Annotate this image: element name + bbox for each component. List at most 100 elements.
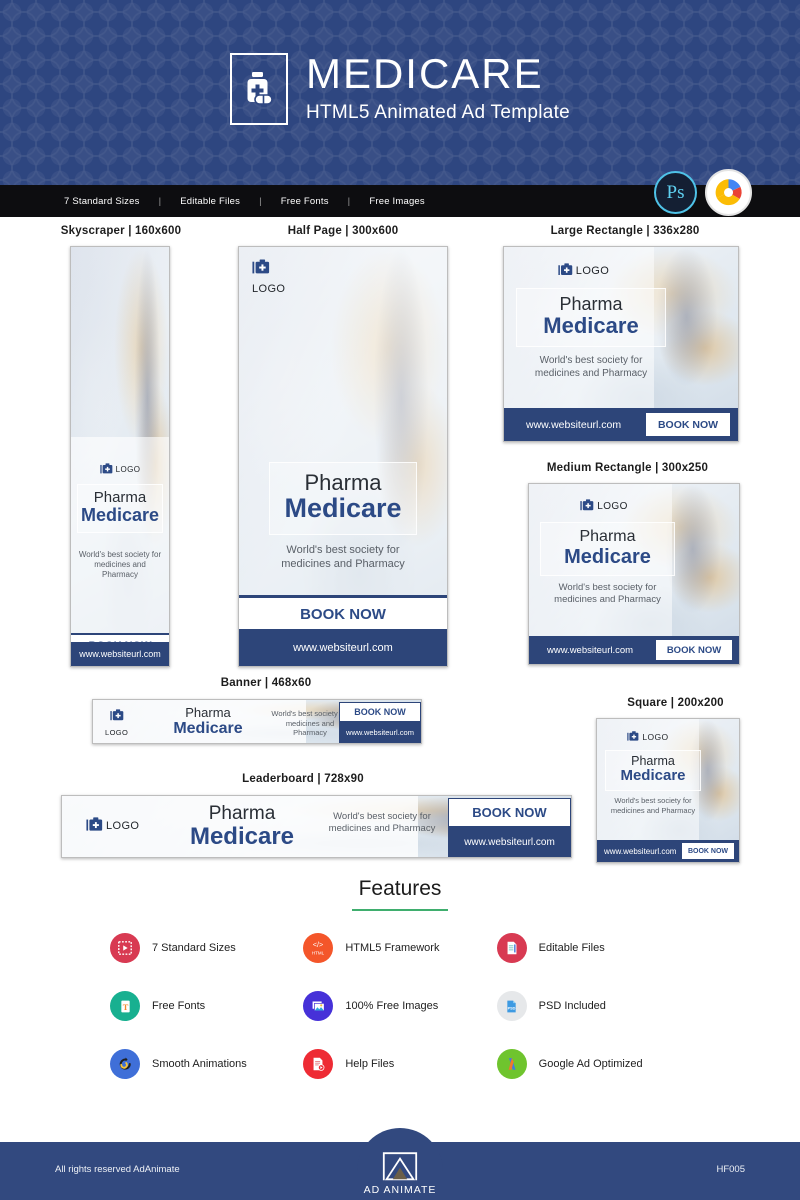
header-text: MEDICARE HTML5 Animated Ad Template xyxy=(306,53,570,124)
ad-cta-button[interactable]: BOOK NOW xyxy=(239,598,447,631)
feature-item-help-files: Help Files xyxy=(303,1049,496,1079)
ad-logo-label: LOGO xyxy=(106,819,140,832)
medicine-bottle-icon xyxy=(229,52,288,125)
ad-preview-medium-rectangle[interactable]: LOGO Pharma Medicare World's best societ… xyxy=(528,483,740,665)
ad-description: World's best society for medicines and P… xyxy=(78,550,162,580)
feature-item-html5-framework: </> HTML HTML5 Framework xyxy=(303,933,496,963)
feature-label: Google Ad Optimized xyxy=(538,1058,643,1070)
ad-url[interactable]: www.websiteurl.com xyxy=(239,629,447,666)
feature-label: PSD Included xyxy=(538,1000,606,1012)
ad-logo: LOGO xyxy=(86,817,139,834)
ad-title-line2: Medicare xyxy=(80,504,160,525)
feature-bar-item-2: Free Fonts xyxy=(280,195,329,207)
ad-url[interactable]: www.websiteurl.com xyxy=(547,645,633,656)
feature-label: Smooth Animations xyxy=(152,1058,247,1070)
ad-url[interactable]: www.websiteurl.com xyxy=(604,847,676,856)
ad-label-medium-rectangle: Medium Rectangle | 300x250 xyxy=(546,462,709,474)
ad-cta-button[interactable]: BOOK NOW xyxy=(339,702,421,722)
photoshop-badge-icon: Ps xyxy=(654,171,697,214)
ad-label-half-page: Half Page | 300x600 xyxy=(287,225,399,237)
psd-included-icon: PSD xyxy=(496,991,527,1021)
ad-preview-skyscraper[interactable]: LOGO Pharma Medicare World's best societ… xyxy=(70,246,170,667)
ad-preview-half-page[interactable]: LOGO Pharma Medicare World's best societ… xyxy=(238,246,448,667)
free-fonts-icon: T xyxy=(110,991,140,1021)
feature-item-psd-included: PSD PSD Included xyxy=(496,991,690,1021)
ad-logo-label: LOGO xyxy=(597,500,628,512)
ad-logo: LOGO xyxy=(529,499,679,513)
ad-title-box: Pharma Medicare xyxy=(77,484,163,533)
ad-url[interactable]: www.websiteurl.com xyxy=(339,722,421,743)
features-title: Features xyxy=(358,877,442,900)
ad-cta-button[interactable]: BOOK NOW xyxy=(682,843,734,859)
ad-footer-bar: www.websiteurl.com BOOK NOW xyxy=(529,636,739,664)
feature-item-standard-sizes: 7 Standard Sizes xyxy=(110,933,303,963)
ad-logo: LOGO xyxy=(597,731,699,743)
ad-action-panel: BOOK NOW www.websiteurl.com xyxy=(339,700,421,743)
ad-title-box: Pharma Medicare xyxy=(269,462,417,535)
ad-logo-label: LOGO xyxy=(115,465,141,474)
svg-text:PSD: PSD xyxy=(508,1006,516,1010)
feature-label: HTML5 Framework xyxy=(345,942,440,954)
ad-label-banner: Banner | 468x60 xyxy=(220,677,312,689)
ad-logo-label: LOGO xyxy=(642,732,669,742)
feature-item-google-ad-optimized: Google Ad Optimized xyxy=(496,1049,690,1079)
svg-text:T: T xyxy=(122,1002,128,1011)
ad-cta-button[interactable]: BOOK NOW xyxy=(646,413,730,436)
ad-logo-label: LOGO xyxy=(105,728,129,737)
ad-preview-large-rectangle[interactable]: LOGO Pharma Medicare World's best societ… xyxy=(503,246,739,442)
ad-preview-banner[interactable]: LOGO Pharma Medicare World's best societ… xyxy=(92,699,422,744)
page-footer: All rights reserved AdAnimate HF005 AD A… xyxy=(0,1120,800,1200)
features-section: Features 7 Standard Sizes </> HTML HTML5… xyxy=(0,877,800,1079)
ad-title-line2: Medicare xyxy=(284,493,402,524)
ad-animate-logo-label: AD ANIMATE xyxy=(363,1184,437,1196)
ad-description: World's best society for medicines and P… xyxy=(534,355,648,379)
ad-title-box: Pharma Medicare xyxy=(605,750,701,791)
feature-bar-item-1: Editable Files xyxy=(180,195,241,207)
footer-code: HF005 xyxy=(716,1164,745,1175)
page-title: MEDICARE xyxy=(305,50,544,97)
ad-block-half-page: Half Page | 300x600 xyxy=(243,225,443,237)
ad-url[interactable]: www.websiteurl.com xyxy=(526,419,621,431)
ad-label-skyscraper: Skyscraper | 160x600 xyxy=(60,225,182,237)
ad-footer-bar: www.websiteurl.com BOOK NOW xyxy=(597,840,739,862)
feature-bar-item-0: 7 Standard Sizes xyxy=(64,195,140,207)
ad-logo-label: LOGO xyxy=(575,264,610,277)
ad-cta-button[interactable]: BOOK NOW xyxy=(656,640,732,660)
photoshop-badge-label: Ps xyxy=(666,181,685,203)
html5-icon: </> HTML xyxy=(303,933,334,963)
ad-description: World's best society for medicines and P… xyxy=(610,796,696,815)
medical-kit-icon xyxy=(99,463,112,474)
google-ads-badge-icon xyxy=(705,169,752,216)
feature-bar-separator: | xyxy=(259,195,262,207)
medical-kit-icon xyxy=(580,499,594,511)
ad-showcase: Skyscraper | 160x600 LOGO Pharma Medicar… xyxy=(0,217,800,1120)
ad-animate-logo: AD ANIMATE xyxy=(357,1128,443,1200)
feature-bar-separator: | xyxy=(158,195,162,207)
ad-url[interactable]: www.websiteurl.com xyxy=(448,827,571,857)
svg-text:</>: </> xyxy=(313,940,323,949)
ad-label-leaderboard: Leaderboard | 728x90 xyxy=(242,773,364,785)
ad-description: World's best society for medicines and P… xyxy=(281,544,405,571)
feature-bar: 7 Standard Sizes | Editable Files | Free… xyxy=(0,169,800,217)
ad-title-box: Pharma Medicare xyxy=(516,288,666,348)
badge-group: Ps xyxy=(654,169,752,216)
ad-title-line2: Medicare xyxy=(543,312,639,338)
ad-url[interactable]: www.websiteurl.com xyxy=(71,642,169,666)
ad-preview-square[interactable]: LOGO Pharma Medicare World's best societ… xyxy=(596,718,740,863)
editable-files-icon xyxy=(496,933,527,963)
ad-title-box: Pharma Medicare xyxy=(153,706,263,737)
page-header: MEDICARE HTML5 Animated Ad Template xyxy=(0,0,800,185)
feature-bar-item-3: Free Images xyxy=(369,195,425,207)
free-images-icon xyxy=(303,991,334,1021)
page-subtitle: HTML5 Animated Ad Template xyxy=(305,102,571,123)
feature-bar-separator: | xyxy=(347,195,351,207)
feature-item-editable-files: Editable Files xyxy=(496,933,690,963)
ad-title-line1: Pharma xyxy=(559,294,623,314)
ad-preview-leaderboard[interactable]: LOGO Pharma Medicare World's best societ… xyxy=(61,795,572,858)
medical-kit-icon xyxy=(558,263,573,275)
feature-label: Free Fonts xyxy=(152,1000,206,1012)
ad-cta-button[interactable]: BOOK NOW xyxy=(448,798,571,827)
feature-bar-items: 7 Standard Sizes | Editable Files | Free… xyxy=(64,196,425,207)
ad-description: World's best society for medicines and P… xyxy=(328,811,436,835)
ad-logo: LOGO xyxy=(504,263,663,278)
